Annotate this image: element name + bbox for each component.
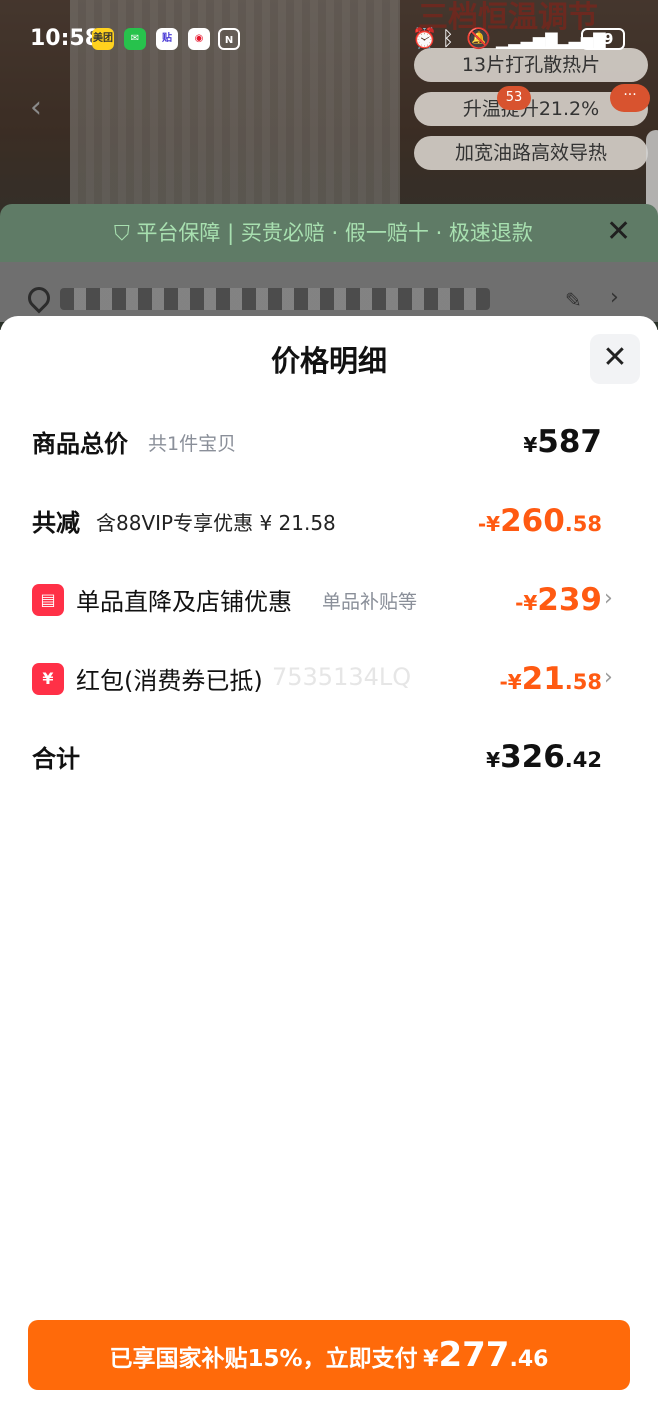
- total-price-row: 商品总价 共1件宝贝 ¥587: [32, 424, 602, 468]
- store-discount-amount: -¥239: [515, 582, 602, 618]
- reduction-label: 共减: [32, 509, 80, 537]
- sum-row: 合计 ¥326.42: [32, 739, 602, 783]
- pay-button-label: 已享国家补贴15%，立即支付: [109, 1346, 418, 1372]
- bluetooth-icon: ᛒ: [442, 26, 454, 50]
- pay-amount-int: 277: [438, 1335, 510, 1375]
- reduction-amount: -¥260.58: [477, 503, 602, 539]
- pay-currency: ¥: [423, 1347, 439, 1372]
- status-time: 10:58: [30, 26, 101, 51]
- address-redacted: [60, 288, 490, 310]
- guarantee-label: 平台保障 | 买贵必赔 · 假一赔十 · 极速退款: [136, 221, 533, 245]
- red-packet-icon: ¥: [32, 663, 64, 695]
- vip-note: 含88VIP专享优惠 ¥ 21.58: [96, 511, 336, 535]
- red-packet-label: 红包(消费券已抵): [76, 667, 263, 695]
- store-discount-sub: 单品补贴等: [322, 591, 418, 613]
- meituan-icon: 美团: [92, 28, 114, 50]
- item-count: 共1件宝贝: [148, 433, 237, 455]
- red-packet-amount: -¥21.58: [499, 661, 602, 697]
- total-amount: ¥587: [523, 424, 602, 460]
- store-icon: ▤: [32, 584, 64, 616]
- more-icon[interactable]: ···: [610, 84, 650, 112]
- store-discount-label: 单品直降及店铺优惠: [76, 588, 292, 616]
- chevron-right-icon[interactable]: ›: [610, 285, 619, 310]
- chevron-right-icon[interactable]: ›: [604, 586, 613, 611]
- shield-icon: ⛉: [114, 221, 130, 245]
- close-button[interactable]: ✕: [590, 334, 640, 384]
- sum-label: 合计: [32, 745, 80, 773]
- wechat-icon: ✉: [124, 28, 146, 50]
- total-label: 商品总价: [32, 430, 128, 458]
- alarm-icon: ⏰: [412, 26, 437, 50]
- chevron-right-icon[interactable]: ›: [604, 665, 613, 690]
- status-bar: 10:58 美团 ✉ 贴 ◉ N ⏰ ᛒ 🔕 ▁▂▃▅▇ ▁▂▃▅▇ 29: [0, 0, 658, 70]
- cart-badge: 53: [497, 86, 531, 110]
- edit-icon[interactable]: ✎: [565, 288, 582, 312]
- store-discount-row[interactable]: ▤ 单品直降及店铺优惠 单品补贴等 -¥239: [32, 582, 602, 626]
- tieba-icon: 贴: [156, 28, 178, 50]
- feature-chip: 加宽油路高效导热: [414, 136, 648, 170]
- guarantee-close-icon[interactable]: ✕: [606, 214, 631, 249]
- back-arrow-icon[interactable]: ‹: [30, 90, 42, 125]
- pay-amount-dec: .46: [509, 1347, 549, 1372]
- pay-button[interactable]: 已享国家补贴15%，立即支付 ¥277.46: [28, 1320, 630, 1390]
- battery-indicator: 29: [581, 28, 625, 50]
- mute-icon: 🔕: [466, 26, 491, 50]
- red-packet-row[interactable]: ¥ 红包(消费券已抵) -¥21.58: [32, 661, 602, 705]
- nfc-icon: N: [218, 28, 240, 50]
- price-detail-sheet: [0, 316, 658, 1416]
- sum-amount: ¥326.42: [486, 739, 602, 775]
- sheet-title: 价格明细: [270, 344, 387, 378]
- weibo-icon: ◉: [188, 28, 210, 50]
- guarantee-text: ⛉ 平台保障 | 买贵必赔 · 假一赔十 · 极速退款: [114, 217, 533, 247]
- reduction-row: 共减 含88VIP专享优惠 ¥ 21.58 -¥260.58: [32, 503, 602, 547]
